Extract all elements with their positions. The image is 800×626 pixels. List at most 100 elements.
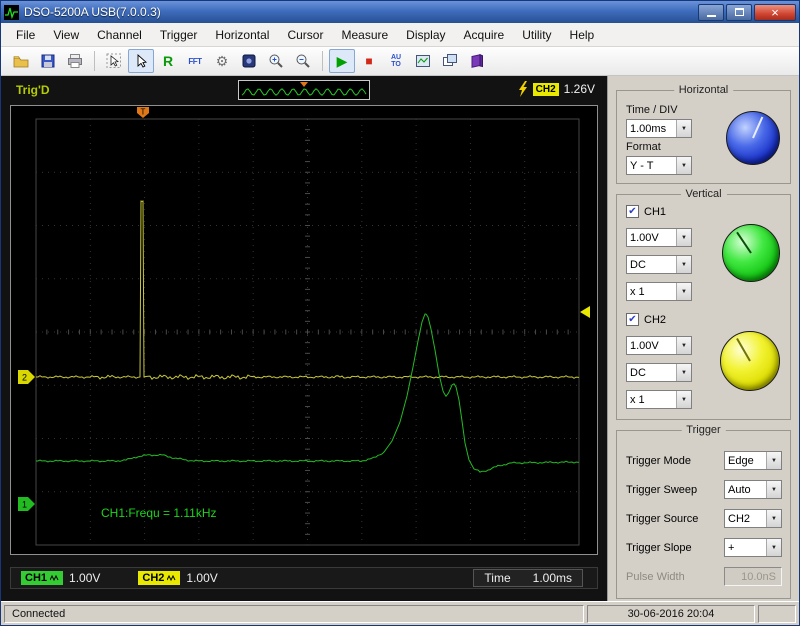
zoom-in-button[interactable] — [263, 49, 289, 73]
toolbar-separator — [322, 51, 323, 71]
ch1-position-knob[interactable] — [722, 224, 780, 282]
vertical-group-title: Vertical — [680, 188, 726, 200]
menu-trigger[interactable]: Trigger — [151, 25, 207, 45]
ch2-coupling-select[interactable]: DC ▼ — [626, 363, 692, 382]
app-icon — [4, 5, 19, 20]
ch2-checkbox[interactable]: ✔ — [626, 313, 639, 326]
scope-canvas: T21CH1:Frequ = 1.11kHz — [11, 106, 597, 554]
multi-window-button[interactable] — [437, 49, 463, 73]
zoom-in-icon — [268, 53, 284, 69]
save-button[interactable] — [35, 49, 61, 73]
stop-icon: ■ — [365, 55, 372, 67]
trigger-group-title: Trigger — [681, 424, 725, 436]
trigger-mode-select[interactable]: Edge ▼ — [724, 451, 782, 470]
knob-pointer — [736, 338, 751, 362]
close-button[interactable]: × — [754, 4, 796, 21]
ch2-badge-label: CH2 — [142, 572, 164, 584]
play-icon: ▶ — [337, 54, 348, 68]
ch1-coupling-select[interactable]: DC ▼ — [626, 255, 692, 274]
record-preview[interactable] — [238, 80, 370, 100]
maximize-button[interactable] — [726, 4, 752, 21]
chevron-down-icon: ▼ — [676, 391, 691, 408]
select-tool-button[interactable] — [101, 49, 127, 73]
ch1-controls: ✔ CH1 1.00V ▼ DC ▼ x 1 ▼ — [626, 205, 784, 301]
fft-icon: FFT — [188, 57, 201, 66]
select-cursor-icon — [106, 53, 122, 69]
time-div-select[interactable]: 1.00ms ▼ — [626, 119, 692, 138]
r-icon: R — [163, 53, 173, 69]
ch1-volt-select[interactable]: 1.00V ▼ — [626, 228, 692, 247]
preview-waveform — [239, 81, 369, 99]
control-panel: Horizontal Time / DIV 1.00ms ▼ Format Y … — [607, 76, 799, 601]
ch1-probe-select[interactable]: x 1 ▼ — [626, 282, 692, 301]
trigger-bolt-icon — [518, 81, 528, 97]
ch2-position-knob[interactable] — [720, 331, 780, 391]
statusbar: Connected 30-06-2016 20:04 — [1, 601, 799, 625]
trigger-source-label: Trigger Source — [626, 513, 698, 525]
auto-setup-button[interactable]: AUTO — [383, 49, 409, 73]
printer-icon — [67, 53, 83, 69]
help-book-button[interactable] — [464, 49, 490, 73]
ch2-volt-select[interactable]: 1.00V ▼ — [626, 336, 692, 355]
fft-button[interactable]: FFT — [182, 49, 208, 73]
auto-icon: AUTO — [391, 54, 401, 68]
svg-text:T: T — [141, 108, 146, 117]
menu-measure[interactable]: Measure — [332, 25, 397, 45]
ch2-badge[interactable]: CH2 — [138, 571, 180, 585]
menu-view[interactable]: View — [44, 25, 88, 45]
trigger-source-select[interactable]: CH2 ▼ — [724, 509, 782, 528]
chevron-down-icon: ▼ — [766, 510, 781, 527]
horizontal-knob[interactable] — [726, 111, 780, 165]
knob-pointer — [752, 117, 763, 139]
print-button[interactable] — [62, 49, 88, 73]
channel-info-bar: CH1 1.00V CH2 1.00V Time 1.00ms — [10, 567, 598, 589]
ch2-probe-select[interactable]: x 1 ▼ — [626, 390, 692, 409]
refresh-r-button[interactable]: R — [155, 49, 181, 73]
chevron-down-icon: ▼ — [676, 364, 691, 381]
svg-text:CH1:Frequ = 1.11kHz: CH1:Frequ = 1.11kHz — [101, 506, 217, 520]
pointer-arrow-icon — [133, 53, 149, 69]
open-button[interactable] — [8, 49, 34, 73]
chevron-down-icon: ▼ — [676, 120, 691, 137]
zoom-out-button[interactable] — [290, 49, 316, 73]
pointer-tool-button[interactable] — [128, 49, 154, 73]
minimize-button[interactable] — [698, 4, 724, 21]
pulse-width-field: 10.0nS — [724, 567, 782, 586]
chevron-down-icon: ▼ — [766, 539, 781, 556]
menu-channel[interactable]: Channel — [88, 25, 151, 45]
ch1-checkbox[interactable]: ✔ — [626, 205, 639, 218]
check-icon: ✔ — [628, 315, 636, 325]
trigger-source-badge: CH2 — [533, 83, 559, 96]
app-window: DSO-5200A USB(7.0.0.3) × File View Chann… — [0, 0, 800, 626]
horizontal-group: Horizontal Time / DIV 1.00ms ▼ Format Y … — [616, 90, 791, 184]
connection-status: Connected — [4, 605, 584, 623]
menu-help[interactable]: Help — [561, 25, 604, 45]
settings-gear-button[interactable]: ⚙ — [209, 49, 235, 73]
book-icon — [469, 53, 485, 69]
trigger-sweep-select[interactable]: Auto ▼ — [724, 480, 782, 499]
stop-button[interactable]: ■ — [356, 49, 382, 73]
format-select[interactable]: Y - T ▼ — [626, 156, 692, 175]
ch1-badge-label: CH1 — [25, 572, 47, 584]
start-button[interactable]: ▶ — [329, 49, 355, 73]
datetime-status: 30-06-2016 20:04 — [587, 605, 755, 623]
menubar: File View Channel Trigger Horizontal Cur… — [1, 23, 799, 47]
menu-horizontal[interactable]: Horizontal — [206, 25, 278, 45]
time-label: Time — [484, 571, 510, 585]
menu-display[interactable]: Display — [397, 25, 454, 45]
snapshot-button[interactable] — [410, 49, 436, 73]
chevron-down-icon: ▼ — [676, 229, 691, 246]
menu-acquire[interactable]: Acquire — [455, 25, 514, 45]
maximize-icon — [735, 8, 744, 16]
time-value: 1.00ms — [533, 571, 572, 585]
ch1-badge[interactable]: CH1 — [21, 571, 63, 585]
menu-file[interactable]: File — [7, 25, 44, 45]
menu-utility[interactable]: Utility — [513, 25, 560, 45]
trigger-slope-select[interactable]: + ▼ — [724, 538, 782, 557]
oscilloscope-display[interactable]: T21CH1:Frequ = 1.11kHz — [10, 105, 598, 555]
menu-cursor[interactable]: Cursor — [278, 25, 332, 45]
ch2-controls: ✔ CH2 1.00V ▼ DC ▼ x 1 ▼ — [626, 313, 784, 409]
gear-icon: ⚙ — [216, 53, 229, 70]
window-title: DSO-5200A USB(7.0.0.3) — [24, 5, 693, 19]
display-config-button[interactable] — [236, 49, 262, 73]
